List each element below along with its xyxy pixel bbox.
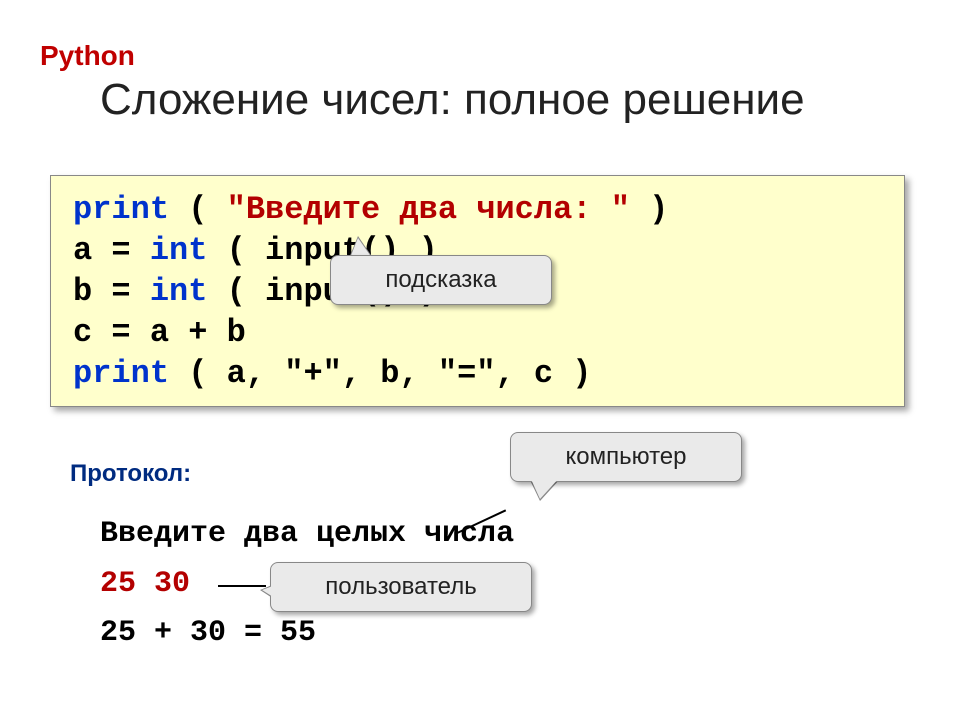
- code-keyword: int: [150, 273, 208, 310]
- language-label: Python: [40, 40, 135, 72]
- protocol-line: Введите два целых числа: [100, 510, 514, 560]
- code-text: ): [630, 191, 668, 228]
- callout-tail: [262, 584, 278, 600]
- callout-tail: [530, 477, 560, 499]
- callout-hint: подсказка: [330, 255, 552, 305]
- code-keyword: print: [73, 191, 169, 228]
- protocol-line: 25 + 30 = 55: [100, 609, 514, 659]
- connector-line: [218, 585, 266, 587]
- callout-user: пользователь: [270, 562, 532, 612]
- code-keyword: int: [150, 232, 208, 269]
- code-keyword: print: [73, 355, 169, 392]
- slide: Python Сложение чисел: полное решение pr…: [0, 0, 960, 720]
- slide-title: Сложение чисел: полное решение: [100, 75, 805, 125]
- code-text: ( a, "+", b, "=", c ): [169, 355, 591, 392]
- callout-computer: компьютер: [510, 432, 742, 482]
- protocol-label: Протокол:: [70, 460, 191, 488]
- code-text: b =: [73, 273, 150, 310]
- code-text: (: [169, 191, 227, 228]
- code-text: c = a + b: [73, 314, 246, 351]
- code-string: "Введите два числа: ": [227, 191, 630, 228]
- code-text: a =: [73, 232, 150, 269]
